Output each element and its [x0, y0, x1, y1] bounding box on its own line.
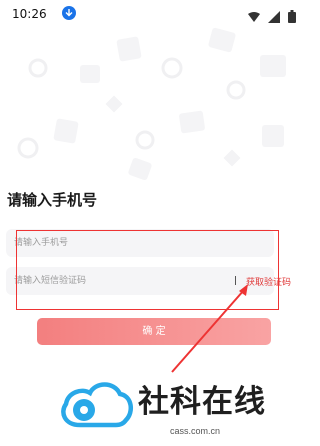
watermark-brand: 社科在线	[138, 384, 266, 420]
cloud-logo-icon	[61, 382, 134, 428]
watermark-domain: cass.com.cn	[170, 426, 221, 436]
